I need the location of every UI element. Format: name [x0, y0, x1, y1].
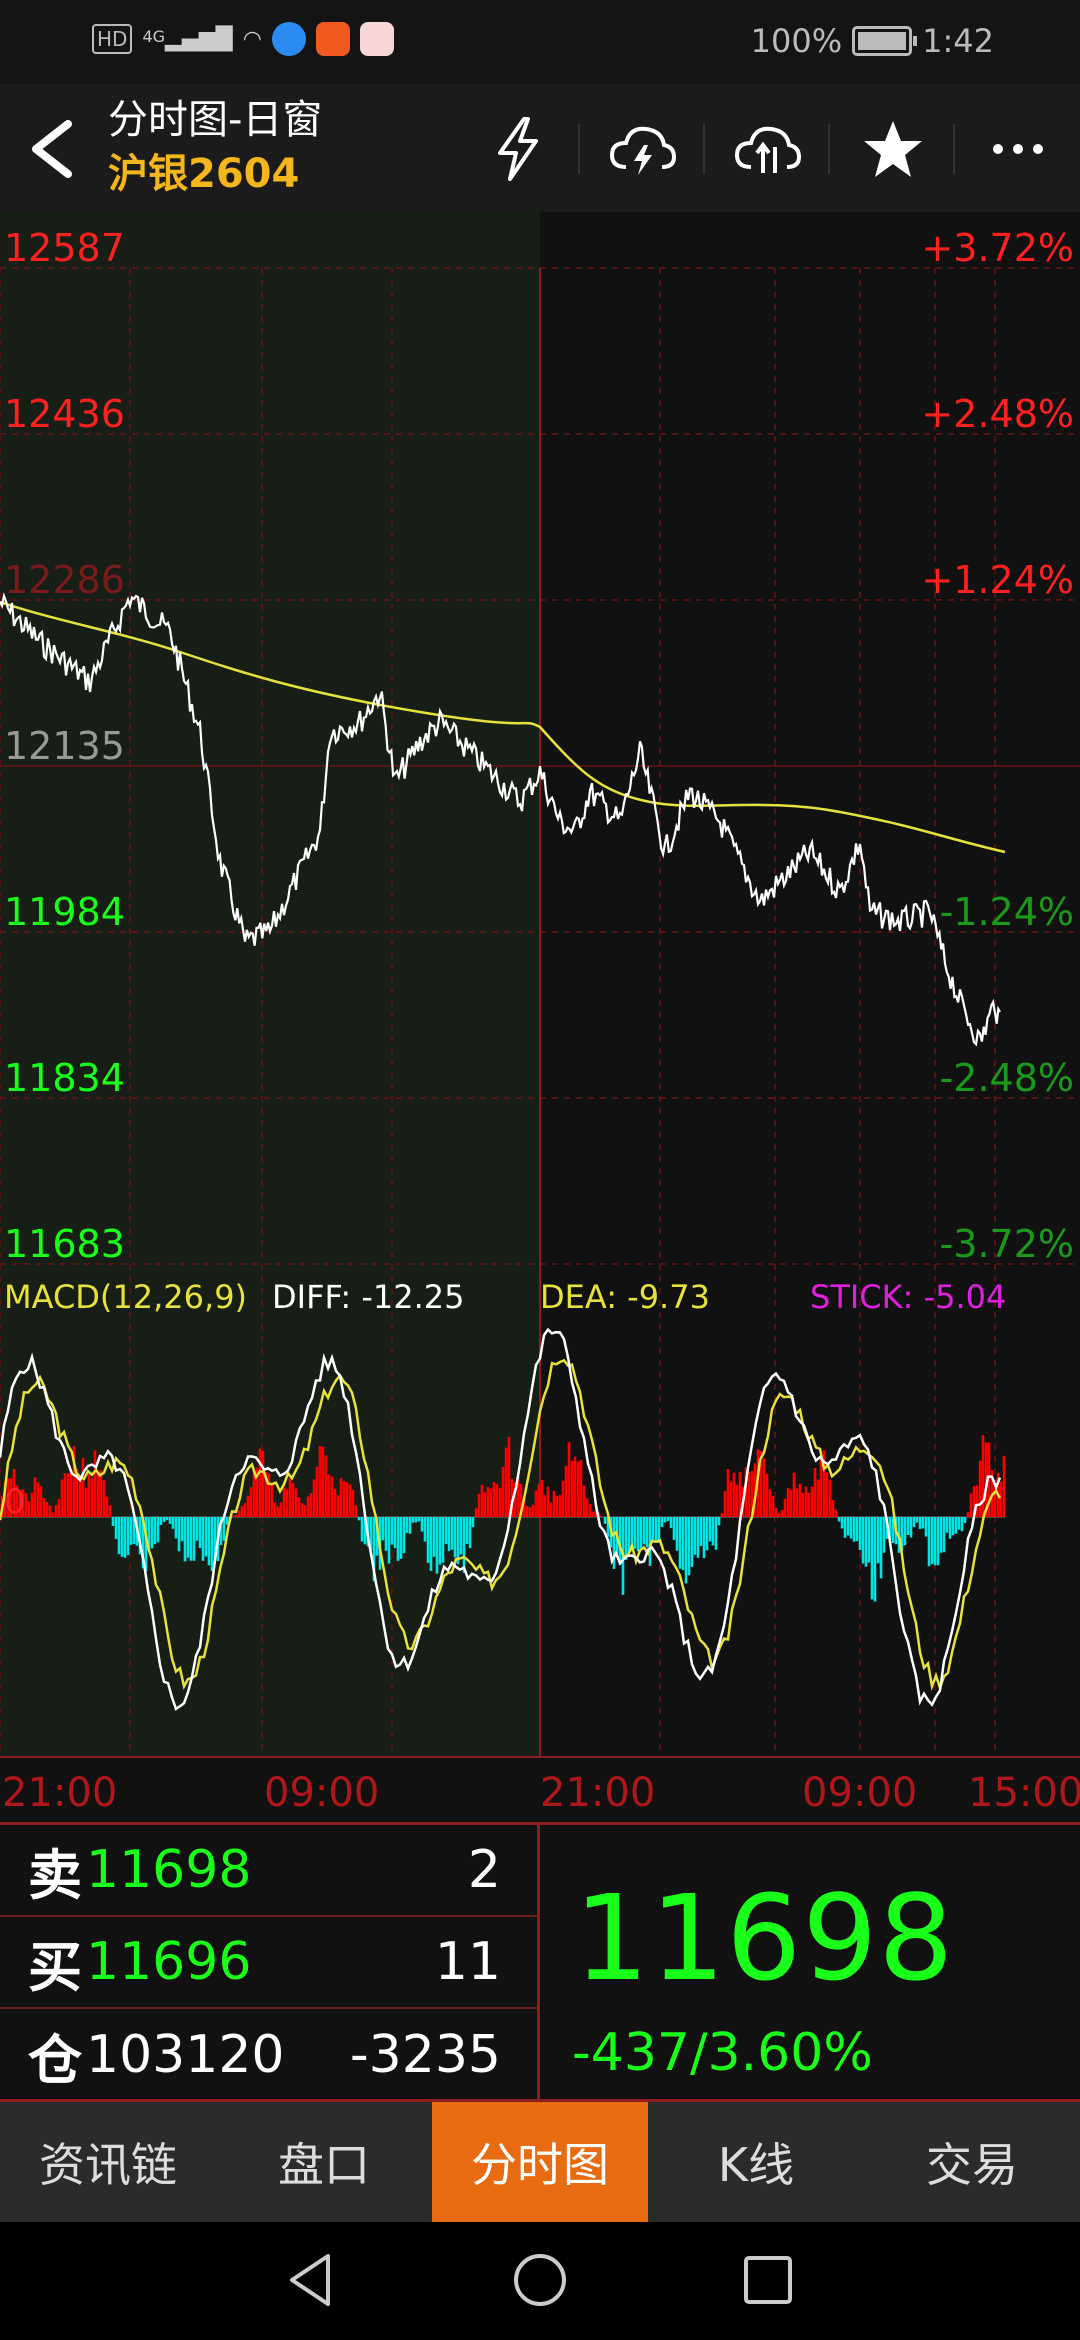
pct-level-6: -2.48% — [939, 1056, 1074, 1100]
time-label-2: 09:00 — [264, 1770, 380, 1816]
macd-zero-label: 0 — [4, 1482, 26, 1522]
macd-stick: STICK: -5.04 — [810, 1278, 1007, 1316]
back-arrow-icon — [32, 120, 72, 178]
clock: 1:42 — [922, 22, 994, 60]
contract-symbol: 沪银2604 — [108, 151, 300, 197]
battery-percent: 100% — [750, 22, 843, 60]
nav-home-icon[interactable] — [508, 2248, 572, 2312]
buy-qty: 11 — [434, 1932, 501, 1992]
quote-panel: 卖 11698 2 买 11696 11 仓 103120 -3235 1169… — [0, 1822, 1080, 2102]
time-label-4: 09:00 — [802, 1770, 918, 1816]
cloud-sync-button[interactable] — [705, 104, 830, 194]
more-button[interactable] — [955, 104, 1080, 194]
buy-label: 买 — [28, 1935, 82, 1999]
flash-button[interactable] — [455, 104, 580, 194]
pct-level-7: -3.72% — [939, 1222, 1074, 1266]
tab-intraday[interactable]: 分时图 — [432, 2102, 648, 2222]
price-level-5: 11984 — [4, 890, 125, 934]
price-level-2: 12436 — [4, 392, 125, 436]
price-level-7: 11683 — [4, 1222, 125, 1266]
sell-label: 卖 — [28, 1843, 82, 1907]
sell-row[interactable]: 卖 11698 2 — [0, 1825, 537, 1917]
bottom-tab-bar: 资讯链 盘口 分时图 K线 交易 — [0, 2102, 1080, 2222]
sell-price: 11698 — [86, 1840, 252, 1900]
pct-level-5: -1.24% — [939, 890, 1074, 934]
page-title: 分时图-日窗 — [108, 97, 323, 143]
tab-kline[interactable]: K线 — [648, 2102, 864, 2222]
buy-row[interactable]: 买 11696 11 — [0, 1917, 537, 2009]
tab-order-book[interactable]: 盘口 — [216, 2102, 432, 2222]
tab-trade[interactable]: 交易 — [864, 2102, 1080, 2222]
macd-dea: DEA: -9.73 — [540, 1278, 710, 1316]
pct-level-3: +1.24% — [921, 558, 1074, 602]
price-level-6: 11834 — [4, 1056, 125, 1100]
cloud-condition-button[interactable] — [580, 104, 705, 194]
price-level-4: 12135 — [4, 724, 125, 768]
cloud-sync-icon — [734, 126, 801, 173]
header-actions — [455, 104, 1080, 194]
more-icon — [992, 144, 1043, 154]
nav-back-icon[interactable] — [280, 2248, 344, 2312]
header-bar: 分时图-日窗 沪银2604 — [0, 84, 1080, 212]
app-icon-store — [359, 22, 394, 56]
open-interest-row: 仓 103120 -3235 — [0, 2009, 537, 2101]
macd-title: MACD(12,26,9) — [4, 1278, 248, 1316]
macd-diff: DIFF: -12.25 — [272, 1278, 465, 1316]
lightning-icon — [497, 117, 538, 181]
favorite-button[interactable] — [830, 104, 955, 194]
status-icons: HD 4G▂▄▆█ ◠ — [92, 22, 394, 56]
status-right: 100% 1:42 — [751, 22, 994, 60]
title-block: 分时图-日窗 沪银2604 — [108, 94, 322, 202]
order-book: 卖 11698 2 买 11696 11 仓 103120 -3235 — [0, 1825, 540, 2099]
time-label-1: 21:00 — [2, 1770, 118, 1816]
battery-icon — [852, 26, 918, 56]
open-interest-value: 103120 — [86, 2025, 285, 2085]
back-button[interactable] — [20, 114, 90, 184]
time-label-5: 15:00 — [968, 1770, 1080, 1816]
intraday-chart[interactable]: 12587 12436 12286 12135 11984 11834 1168… — [0, 212, 1080, 1822]
signal-icon: 4G▂▄▆█ — [142, 26, 233, 52]
nav-recents-icon[interactable] — [736, 2248, 800, 2312]
last-price: 11698 — [574, 1869, 955, 2007]
price-change: -437/3.60% — [572, 2023, 873, 2083]
tab-news-chain[interactable]: 资讯链 — [0, 2102, 216, 2222]
price-level-1: 12587 — [4, 226, 125, 270]
system-nav-bar — [0, 2222, 1080, 2340]
hd-indicator: HD — [92, 24, 133, 54]
price-level-3: 12286 — [4, 558, 125, 602]
open-interest-label: 仓 — [28, 2028, 82, 2092]
star-icon — [863, 121, 922, 177]
buy-price: 11696 — [86, 1932, 252, 1992]
open-interest-change: -3235 — [349, 2025, 501, 2085]
app-icon-browser — [271, 22, 306, 56]
app-icon-shopping — [315, 22, 350, 56]
sell-qty: 2 — [467, 1840, 501, 1900]
pct-level-1: +3.72% — [921, 226, 1074, 270]
wifi-icon: ◠ — [242, 26, 262, 52]
pct-level-2: +2.48% — [921, 392, 1074, 436]
status-bar: HD 4G▂▄▆█ ◠ 100% 1:42 — [0, 0, 1080, 84]
chart-canvas — [0, 212, 1080, 1758]
cloud-bolt-icon — [609, 126, 676, 175]
macd-legend: MACD(12,26,9) DIFF: -12.25 DEA: -9.73 ST… — [0, 1272, 1080, 1322]
time-label-3: 21:00 — [540, 1770, 656, 1816]
